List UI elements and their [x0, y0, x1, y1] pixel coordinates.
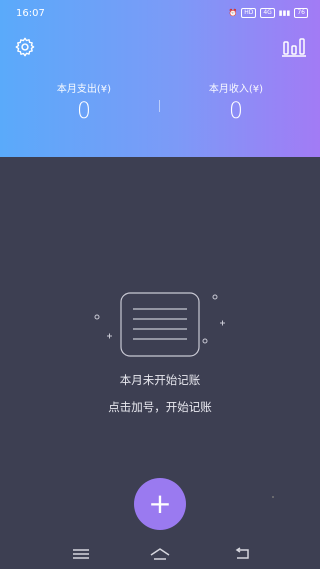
- alarm-icon: ⏰: [228, 9, 238, 17]
- back-icon[interactable]: [232, 546, 254, 562]
- income-value: 0: [229, 99, 243, 124]
- hd-icon: HD: [241, 8, 257, 18]
- bar-chart-icon[interactable]: [282, 36, 306, 58]
- empty-notebook-icon: [94, 292, 225, 357]
- expense-label: 本月支出(¥): [56, 84, 112, 95]
- status-icons: ⏰ HD 4G ▮▮▮ 76: [228, 8, 308, 18]
- income-label: 本月收入(¥): [208, 84, 264, 95]
- empty-state-subtitle: 点击加号，开始记账: [108, 400, 212, 414]
- signal-icon: ▮▮▮: [278, 9, 291, 17]
- empty-state-title: 本月未开始记账: [119, 373, 201, 387]
- home-icon[interactable]: [149, 546, 171, 562]
- plus-icon: +: [148, 487, 172, 520]
- income-summary: 本月收入(¥) 0: [156, 80, 316, 124]
- network-icon: 4G: [260, 8, 275, 18]
- battery-icon: 76: [294, 8, 308, 18]
- expense-summary: 本月支出(¥) 0: [4, 80, 164, 124]
- expense-value: 0: [77, 99, 91, 124]
- decorative-dot: [272, 496, 274, 498]
- menu-icon[interactable]: [70, 546, 92, 562]
- system-navbar: [0, 540, 320, 569]
- header-banner: 16:07 ⏰ HD 4G ▮▮▮ 76 本月支出(¥) 0 本月收入(¥) 0: [0, 0, 320, 157]
- status-time: 16:07: [16, 8, 45, 19]
- add-record-button[interactable]: +: [134, 478, 186, 530]
- gear-icon[interactable]: [14, 36, 36, 58]
- status-bar: 16:07 ⏰ HD 4G ▮▮▮ 76: [0, 0, 320, 28]
